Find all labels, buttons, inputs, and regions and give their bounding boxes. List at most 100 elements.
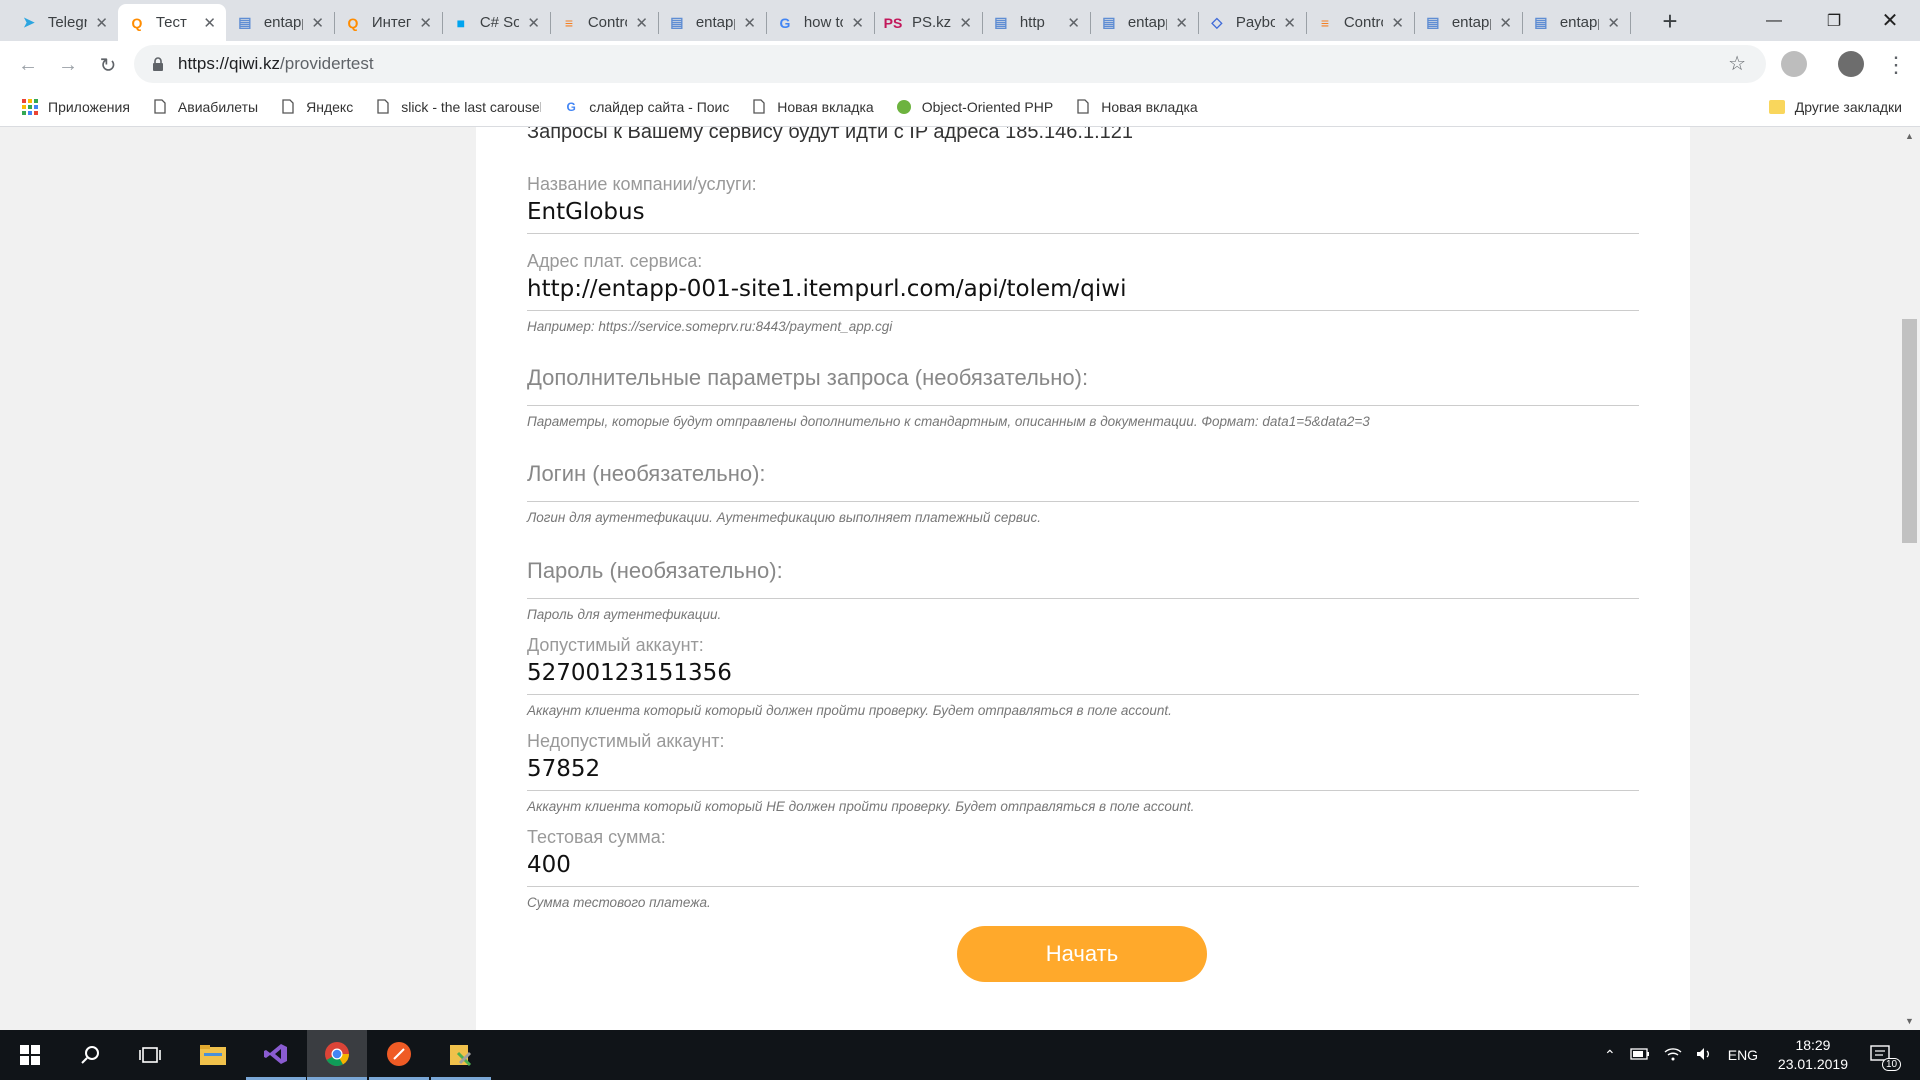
minimize-button[interactable]: — <box>1744 0 1804 41</box>
tab-5[interactable]: ≡ Controller ✕ <box>550 4 658 41</box>
doc-icon: ▤ <box>670 14 684 30</box>
tab-4[interactable]: ■ C# Sort ✕ <box>442 4 550 41</box>
ps-icon: PS <box>883 14 903 31</box>
address-bar[interactable]: https://qiwi.kz/providertest ☆ <box>134 45 1766 83</box>
action-center-icon[interactable]: 10 <box>1870 1030 1902 1080</box>
intro-text: Запросы к Вашему сервису будут идти с IP… <box>527 127 1134 143</box>
tab-3[interactable]: Q Интеграция ✕ <box>334 4 442 41</box>
valid-account-input[interactable]: 52700123151356 <box>527 660 1639 690</box>
language-indicator[interactable]: ENG <box>1728 1047 1758 1063</box>
company-label: Название компании/услуги: <box>527 174 757 194</box>
clock[interactable]: 18:29 23.01.2019 <box>1778 1036 1848 1074</box>
tray-chevron-up-icon[interactable]: ⌃ <box>1604 1047 1616 1064</box>
search-icon[interactable] <box>60 1030 120 1080</box>
bookmark-item[interactable]: slick - the last carousel <box>375 99 541 115</box>
page-scrollbar[interactable]: ▲ ▼ <box>1899 127 1920 1030</box>
profile-avatar[interactable] <box>1838 51 1864 77</box>
tab-13[interactable]: ▤ entapp ✕ <box>1414 4 1522 41</box>
tab-close-icon[interactable]: ✕ <box>419 14 432 32</box>
bookmark-item[interactable]: Object-Oriented PHP <box>896 99 1053 115</box>
tab-close-icon[interactable]: ✕ <box>1607 14 1620 32</box>
scrollbar-thumb[interactable] <box>1902 319 1917 543</box>
tab-close-icon[interactable]: ✕ <box>311 14 324 32</box>
invalid-account-hint: Аккаунт клиента который который НЕ долже… <box>527 799 1195 814</box>
tab-close-icon[interactable]: ✕ <box>851 14 864 32</box>
tab-6[interactable]: ▤ entapp ✕ <box>658 4 766 41</box>
bookmark-item[interactable]: Приложения <box>22 98 130 115</box>
tab-close-icon[interactable]: ✕ <box>1391 14 1404 32</box>
test-amount-field[interactable]: Тестовая сумма: 400 Сумма тестового плат… <box>527 827 1639 910</box>
forward-button[interactable]: → <box>52 49 84 81</box>
tab-close-icon[interactable]: ✕ <box>203 14 216 32</box>
bookmark-item[interactable]: Яндекс <box>280 99 353 115</box>
extra-params-field[interactable]: Дополнительные параметры запроса (необяз… <box>527 365 1639 429</box>
tab-2[interactable]: ▤ entapp ✕ <box>226 4 334 41</box>
bookmark-item[interactable]: Авиабилеты <box>152 99 258 115</box>
globe-extension-icon[interactable] <box>1781 51 1807 77</box>
google-icon: G <box>779 14 791 31</box>
postman-icon[interactable] <box>369 1030 429 1080</box>
close-window-button[interactable]: ✕ <box>1860 0 1920 41</box>
password-field[interactable]: Пароль (необязательно): Пароль для аутен… <box>527 558 1639 622</box>
back-button[interactable]: ← <box>12 49 44 81</box>
company-input[interactable]: EntGlobus <box>527 199 1639 229</box>
invalid-account-field[interactable]: Недопустимый аккаунт: 57852 Аккаунт клие… <box>527 731 1639 814</box>
tab-close-icon[interactable]: ✕ <box>95 14 108 32</box>
tab-9[interactable]: ▤ http ✕ <box>982 4 1090 41</box>
tab-12[interactable]: ≡ Controller ✕ <box>1306 4 1414 41</box>
tab-1[interactable]: Q Тест ✕ <box>118 4 226 41</box>
reload-button[interactable]: ↻ <box>92 49 124 81</box>
test-amount-input[interactable]: 400 <box>527 852 1639 882</box>
tab-close-icon[interactable]: ✕ <box>743 14 756 32</box>
company-field[interactable]: Название компании/услуги: EntGlobus <box>527 174 1639 234</box>
bookmark-item[interactable]: Gслайдер сайта - Поиск <box>563 99 730 115</box>
menu-kebab-icon[interactable]: ⋮ <box>1880 49 1912 81</box>
tab-14[interactable]: ▤ entapp ✕ <box>1522 4 1630 41</box>
chrome-icon[interactable] <box>307 1030 367 1080</box>
login-input[interactable]: Логин (необязательно): <box>527 461 1639 497</box>
tab-close-icon[interactable]: ✕ <box>959 14 972 32</box>
other-bookmarks-label: Другие закладки <box>1794 99 1902 115</box>
task-view-icon[interactable] <box>120 1030 180 1080</box>
battery-icon[interactable] <box>1630 1047 1650 1063</box>
tab-11[interactable]: ◇ Paybox ✕ <box>1198 4 1306 41</box>
bookmark-label: Новая вкладка <box>1101 98 1198 115</box>
maximize-button[interactable]: ❐ <box>1804 0 1864 41</box>
service-url-field[interactable]: Адрес плат. сервиса: http://entapp-001-s… <box>527 251 1639 334</box>
login-field[interactable]: Логин (необязательно): Логин для аутенте… <box>527 461 1639 525</box>
tab-8[interactable]: PS PS.kz ✕ <box>874 4 982 41</box>
start-button[interactable]: Начать <box>957 926 1207 982</box>
new-tab-button[interactable]: + <box>1656 6 1684 37</box>
bookmark-item[interactable]: Новая вкладка <box>1075 99 1198 115</box>
bookmark-star-icon[interactable]: ☆ <box>1728 51 1746 76</box>
tab-7[interactable]: Ghow to ✕ <box>766 4 874 41</box>
other-bookmarks[interactable]: Другие закладки <box>1768 87 1902 127</box>
tab-close-icon[interactable]: ✕ <box>635 14 648 32</box>
tab-0[interactable]: ➤ Telegram ✕ <box>10 4 118 41</box>
tools-app-icon[interactable] <box>431 1030 491 1080</box>
wifi-icon[interactable] <box>1664 1047 1682 1064</box>
address-host: https://qiwi.kz <box>178 54 281 73</box>
browser-toolbar: ← → ↻ https://qiwi.kz/providertest ☆ ⋮ <box>0 41 1920 87</box>
tab-close-icon[interactable]: ✕ <box>1283 14 1296 32</box>
tab-10[interactable]: ▤ entapp ✕ <box>1090 4 1198 41</box>
bookmark-item[interactable]: Новая вкладка <box>751 99 874 115</box>
bookmarks-bar: Приложения Авиабилеты Яндекс slick - the la… <box>0 87 1920 127</box>
visual-studio-icon[interactable] <box>246 1030 306 1080</box>
extra-params-input[interactable]: Дополнительные параметры запроса (необяз… <box>527 365 1639 401</box>
scroll-down-icon[interactable]: ▼ <box>1899 1012 1920 1030</box>
invalid-account-input[interactable]: 57852 <box>527 756 1639 786</box>
tab-close-icon[interactable]: ✕ <box>1499 14 1512 32</box>
scroll-up-icon[interactable]: ▲ <box>1899 127 1920 145</box>
bookmark-label: Новая вкладка <box>777 98 874 115</box>
service-url-input[interactable]: http://entapp-001-site1.itempurl.com/api… <box>527 276 1639 306</box>
valid-account-field[interactable]: Допустимый аккаунт: 52700123151356 Аккау… <box>527 635 1639 718</box>
start-windows-icon[interactable] <box>0 1030 60 1080</box>
tab-close-icon[interactable]: ✕ <box>527 14 540 32</box>
tab-close-icon[interactable]: ✕ <box>1175 14 1188 32</box>
tab-title: http <box>1019 14 1045 31</box>
tab-close-icon[interactable]: ✕ <box>1067 14 1080 32</box>
file-explorer-icon[interactable] <box>183 1030 243 1080</box>
volume-icon[interactable] <box>1696 1047 1712 1064</box>
password-input[interactable]: Пароль (необязательно): <box>527 558 1639 594</box>
